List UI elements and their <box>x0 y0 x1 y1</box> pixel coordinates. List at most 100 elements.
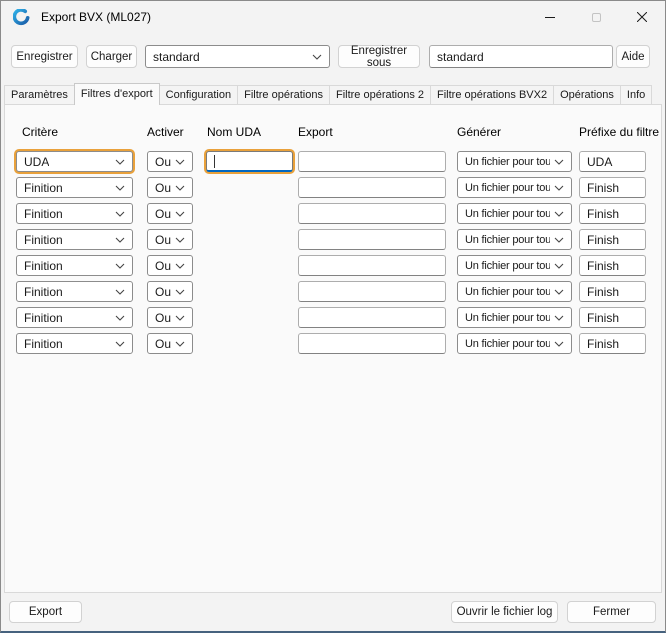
export-input[interactable] <box>298 177 446 198</box>
chevron-down-icon <box>175 263 185 269</box>
generer-dropdown[interactable]: Un fichier pour toute <box>457 333 572 354</box>
activer-dropdown[interactable]: Oui <box>147 177 193 198</box>
prefixe-input[interactable]: Finish <box>579 203 646 224</box>
nom-uda-input[interactable] <box>206 151 293 172</box>
export-button[interactable]: Export <box>9 601 82 623</box>
activer-dropdown-value: Oui <box>155 336 171 351</box>
export-input[interactable] <box>298 255 446 276</box>
export-input[interactable] <box>298 307 446 328</box>
activer-dropdown[interactable]: Oui <box>147 203 193 224</box>
tab-filtre-op-rations-2[interactable]: Filtre opérations 2 <box>328 85 432 104</box>
prefixe-value: UDA <box>587 154 613 169</box>
filter-row: Finition Oui Un fichier pour toute Finis… <box>16 255 661 276</box>
activer-dropdown[interactable]: Oui <box>147 333 193 354</box>
critere-dropdown[interactable]: UDA <box>16 151 133 172</box>
open-log-button[interactable]: Ouvrir le fichier log <box>451 601 558 623</box>
prefixe-input[interactable]: Finish <box>579 229 646 250</box>
prefixe-input[interactable]: UDA <box>579 151 646 172</box>
activer-dropdown-value: Oui <box>155 232 171 247</box>
prefixe-input[interactable]: Finish <box>579 307 646 328</box>
app-logo-icon <box>12 7 30 26</box>
generer-dropdown[interactable]: Un fichier pour toute <box>457 229 572 250</box>
filter-row: Finition Oui Un fichier pour toute Finis… <box>16 307 661 328</box>
tab-op-rations[interactable]: Opérations <box>553 85 621 104</box>
tab-configuration[interactable]: Configuration <box>158 85 239 104</box>
chevron-down-icon <box>554 315 564 321</box>
chevron-down-icon <box>175 185 185 191</box>
chevron-down-icon <box>554 185 564 191</box>
export-input[interactable] <box>298 281 446 302</box>
activer-dropdown[interactable]: Oui <box>147 229 193 250</box>
save-as-button[interactable]: Enregistrer sous <box>338 45 420 69</box>
critere-dropdown[interactable]: Finition <box>16 177 133 198</box>
filter-row: Finition Oui Un fichier pour toute Finis… <box>16 333 661 354</box>
prefixe-input[interactable]: Finish <box>579 177 646 198</box>
tab-filtre-op-rations[interactable]: Filtre opérations <box>237 85 330 104</box>
generer-dropdown[interactable]: Un fichier pour toute <box>457 177 572 198</box>
chevron-down-icon <box>554 341 564 347</box>
tab-panel: Critère Activer Nom UDA Export Générer P… <box>4 104 662 593</box>
critere-dropdown-value: Finition <box>24 284 63 299</box>
chevron-down-icon <box>554 159 564 165</box>
generer-dropdown-value: Un fichier pour toute <box>465 285 550 298</box>
chevron-down-icon <box>115 237 125 243</box>
save-button[interactable]: Enregistrer <box>11 45 78 68</box>
prefixe-value: Finish <box>587 258 620 273</box>
filter-row: UDA Oui Un fichier pour toute UDA <box>16 151 661 172</box>
preset-combobox-value: standard <box>153 49 200 64</box>
column-header-prefixe-du-filtre: Préfixe du filtre <box>579 125 660 139</box>
toolbar: Enregistrer Charger standard Enregistrer… <box>11 45 665 69</box>
close-dialog-button[interactable]: Fermer <box>567 601 656 623</box>
help-button[interactable]: Aide <box>616 45 650 68</box>
generer-dropdown[interactable]: Un fichier pour toute <box>457 151 572 172</box>
chevron-down-icon <box>115 315 125 321</box>
tab-info[interactable]: Info <box>619 85 653 104</box>
generer-dropdown-value: Un fichier pour toute <box>465 259 550 272</box>
prefixe-input[interactable]: Finish <box>579 333 646 354</box>
generer-dropdown[interactable]: Un fichier pour toute <box>457 255 572 276</box>
critere-dropdown[interactable]: Finition <box>16 203 133 224</box>
critere-dropdown[interactable]: Finition <box>16 307 133 328</box>
column-header-activer: Activer <box>147 125 184 139</box>
tab-param-tres[interactable]: Paramètres <box>4 85 75 104</box>
chevron-down-icon <box>175 341 185 347</box>
critere-dropdown[interactable]: Finition <box>16 281 133 302</box>
maximize-icon <box>591 12 601 22</box>
generer-dropdown[interactable]: Un fichier pour toute <box>457 307 572 328</box>
critere-dropdown[interactable]: Finition <box>16 255 133 276</box>
generer-dropdown-value: Un fichier pour toute <box>465 181 550 194</box>
chevron-down-icon <box>175 315 185 321</box>
activer-dropdown[interactable]: Oui <box>147 307 193 328</box>
activer-dropdown-value: Oui <box>155 206 171 221</box>
chevron-down-icon <box>115 185 125 191</box>
chevron-down-icon <box>115 289 125 295</box>
preset-combobox[interactable]: standard <box>145 45 330 68</box>
critere-dropdown[interactable]: Finition <box>16 333 133 354</box>
export-input[interactable] <box>298 151 446 172</box>
generer-dropdown-value: Un fichier pour toute <box>465 207 550 220</box>
chevron-down-icon <box>175 237 185 243</box>
activer-dropdown-value: Oui <box>155 258 171 273</box>
activer-dropdown[interactable]: Oui <box>147 151 193 172</box>
activer-dropdown[interactable]: Oui <box>147 255 193 276</box>
footer-right: Ouvrir le fichier log Fermer <box>451 601 656 623</box>
generer-dropdown[interactable]: Un fichier pour toute <box>457 203 572 224</box>
export-input[interactable] <box>298 203 446 224</box>
generer-dropdown[interactable]: Un fichier pour toute <box>457 281 572 302</box>
activer-dropdown[interactable]: Oui <box>147 281 193 302</box>
minimize-button[interactable] <box>527 1 573 33</box>
preset-name-input[interactable] <box>429 45 613 68</box>
tab-filtres-d-export[interactable]: Filtres d'export <box>73 83 160 105</box>
prefixe-input[interactable]: Finish <box>579 255 646 276</box>
export-input[interactable] <box>298 333 446 354</box>
filter-row: Finition Oui Un fichier pour toute Finis… <box>16 177 661 198</box>
maximize-button <box>573 1 619 33</box>
close-button[interactable] <box>619 1 665 33</box>
filter-rows: UDA Oui Un fichier pour toute UDA Finiti… <box>16 151 661 354</box>
prefixe-input[interactable]: Finish <box>579 281 646 302</box>
export-input[interactable] <box>298 229 446 250</box>
critere-dropdown[interactable]: Finition <box>16 229 133 250</box>
load-button[interactable]: Charger <box>86 45 137 68</box>
tab-filtre-op-rations-bvx2[interactable]: Filtre opérations BVX2 <box>430 85 555 104</box>
chevron-down-icon <box>554 237 564 243</box>
